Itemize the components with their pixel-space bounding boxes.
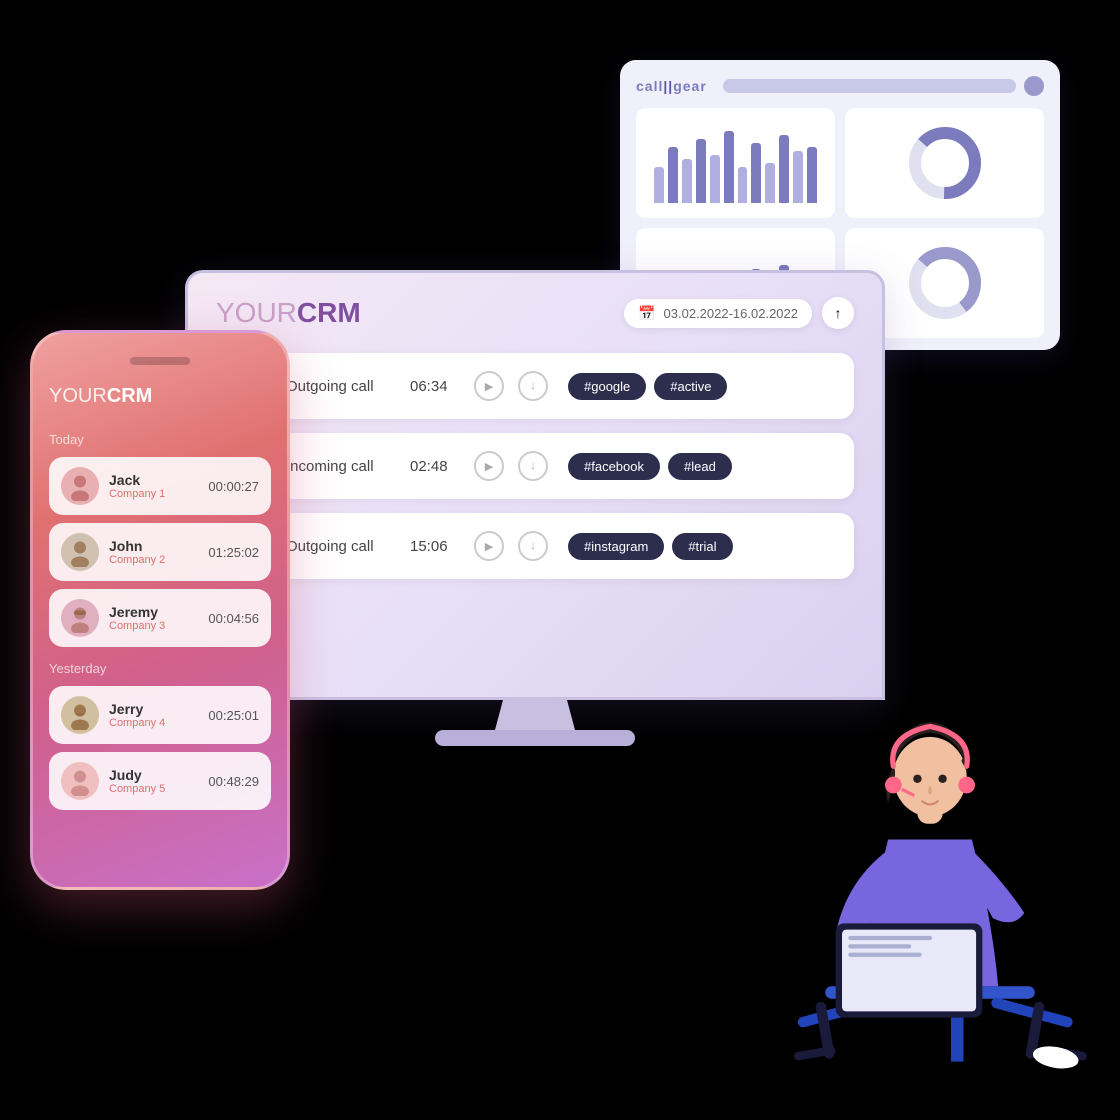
contact-company-jack: Company 1 (109, 488, 198, 500)
play-icon-2: ▶ (485, 460, 493, 473)
contact-company-john: Company 2 (109, 554, 198, 566)
phone-notch (130, 357, 190, 365)
bar-7 (738, 167, 748, 203)
contact-info-jeremy: Jeremy Company 3 (109, 604, 198, 632)
contact-row-john[interactable]: John Company 2 01:25:02 (49, 523, 271, 581)
bar-11 (793, 151, 803, 203)
contact-name-john: John (109, 538, 198, 554)
monitor-base (435, 730, 635, 746)
tag-instagram[interactable]: #instagram (568, 533, 664, 560)
call-tags-1: #google #active (568, 373, 727, 400)
tag-active[interactable]: #active (654, 373, 727, 400)
avatar-judy (61, 762, 99, 800)
bar-2 (668, 147, 678, 203)
call-duration-2: 02:48 (410, 458, 460, 475)
avatar-john (61, 533, 99, 571)
call-type-1: Outgoing call (286, 378, 396, 395)
upload-button[interactable]: ↑ (822, 297, 854, 329)
mobile-crm-title: YOURCRM (49, 385, 271, 408)
call-tags-3: #instagram #trial (568, 533, 733, 560)
date-picker[interactable]: 📅 03.02.2022-16.02.2022 (624, 299, 812, 328)
bar-chart-container (646, 123, 825, 203)
contact-info-judy: Judy Company 5 (109, 767, 198, 795)
tag-google[interactable]: #google (568, 373, 646, 400)
avatar-jeremy (61, 599, 99, 637)
section-label-today: Today (49, 432, 271, 447)
contact-duration-john: 01:25:02 (208, 545, 259, 560)
contact-duration-jeremy: 00:04:56 (208, 611, 259, 626)
contact-duration-judy: 00:48:29 (208, 774, 259, 789)
call-type-3: Outgoing call (286, 538, 396, 555)
bar-12 (807, 147, 817, 203)
upload-icon: ↑ (835, 305, 842, 321)
contact-name-judy: Judy (109, 767, 198, 783)
contact-duration-jack: 00:00:27 (208, 479, 259, 494)
scene: call||gear (0, 0, 1120, 1120)
bar-5 (710, 155, 720, 203)
avatar-jerry (61, 696, 99, 734)
contact-row-jack[interactable]: Jack Company 1 00:00:27 (49, 457, 271, 515)
analytics-bar-chart-1 (636, 108, 835, 218)
person-illustration (760, 630, 1100, 1070)
call-row-3: Outgoing call 15:06 ▶ ↓ #instagram #tria… (216, 513, 854, 579)
phone-body: YOURCRM Today Jack Company 1 00:00:27 (30, 330, 290, 890)
download-icon-3: ↓ (530, 540, 536, 552)
analytics-globe-icon (1024, 76, 1044, 96)
analytics-logo: call||gear (636, 78, 707, 94)
tag-trial[interactable]: #trial (672, 533, 732, 560)
contact-info-john: John Company 2 (109, 538, 198, 566)
download-icon: ↓ (530, 380, 536, 392)
call-row-1: Outgoing call 06:34 ▶ ↓ #google #active (216, 353, 854, 419)
contact-name-jeremy: Jeremy (109, 604, 198, 620)
analytics-header: call||gear (636, 76, 1044, 96)
bar-1 (654, 167, 664, 203)
download-icon-2: ↓ (530, 460, 536, 472)
donut-svg-2 (905, 243, 985, 323)
monitor-stand (495, 700, 575, 730)
download-button-3[interactable]: ↓ (518, 531, 548, 561)
section-label-yesterday: Yesterday (49, 661, 271, 676)
bar-3 (682, 159, 692, 203)
contact-duration-jerry: 00:25:01 (208, 708, 259, 723)
avatar-jack (61, 467, 99, 505)
download-button-2[interactable]: ↓ (518, 451, 548, 481)
contact-company-judy: Company 5 (109, 783, 198, 795)
play-icon: ▶ (485, 380, 493, 393)
call-row-2: Incoming call 02:48 ▶ ↓ #facebook #lead (216, 433, 854, 499)
analytics-donut-chart-1 (845, 108, 1044, 218)
calendar-icon: 📅 (638, 305, 655, 322)
contact-row-judy[interactable]: Judy Company 5 00:48:29 (49, 752, 271, 810)
contact-info-jack: Jack Company 1 (109, 472, 198, 500)
contact-row-jerry[interactable]: Jerry Company 4 00:25:01 (49, 686, 271, 744)
play-button-3[interactable]: ▶ (474, 531, 504, 561)
mobile-phone: YOURCRM Today Jack Company 1 00:00:27 (30, 330, 290, 890)
contact-row-jeremy[interactable]: Jeremy Company 3 00:04:56 (49, 589, 271, 647)
bar-9 (765, 163, 775, 203)
contact-company-jerry: Company 4 (109, 717, 198, 729)
bar-8 (751, 143, 761, 203)
call-type-2: Incoming call (286, 458, 396, 475)
download-button-1[interactable]: ↓ (518, 371, 548, 401)
tag-facebook[interactable]: #facebook (568, 453, 660, 480)
play-button-2[interactable]: ▶ (474, 451, 504, 481)
call-duration-1: 06:34 (410, 378, 460, 395)
crm-header: YOURCRM 📅 03.02.2022-16.02.2022 ↑ (216, 297, 854, 329)
analytics-search-bar (723, 79, 1016, 93)
bar-4 (696, 139, 706, 203)
contact-name-jack: Jack (109, 472, 198, 488)
bar-6 (724, 131, 734, 203)
play-icon-3: ▶ (485, 540, 493, 553)
tag-lead[interactable]: #lead (668, 453, 732, 480)
donut-svg-1 (905, 123, 985, 203)
bar-10 (779, 135, 789, 203)
play-button-1[interactable]: ▶ (474, 371, 504, 401)
crm-desktop-title: YOURCRM (216, 297, 361, 329)
contact-name-jerry: Jerry (109, 701, 198, 717)
call-duration-3: 15:06 (410, 538, 460, 555)
contact-info-jerry: Jerry Company 4 (109, 701, 198, 729)
contact-company-jeremy: Company 3 (109, 620, 198, 632)
date-range-text: 03.02.2022-16.02.2022 (664, 306, 798, 321)
call-tags-2: #facebook #lead (568, 453, 732, 480)
